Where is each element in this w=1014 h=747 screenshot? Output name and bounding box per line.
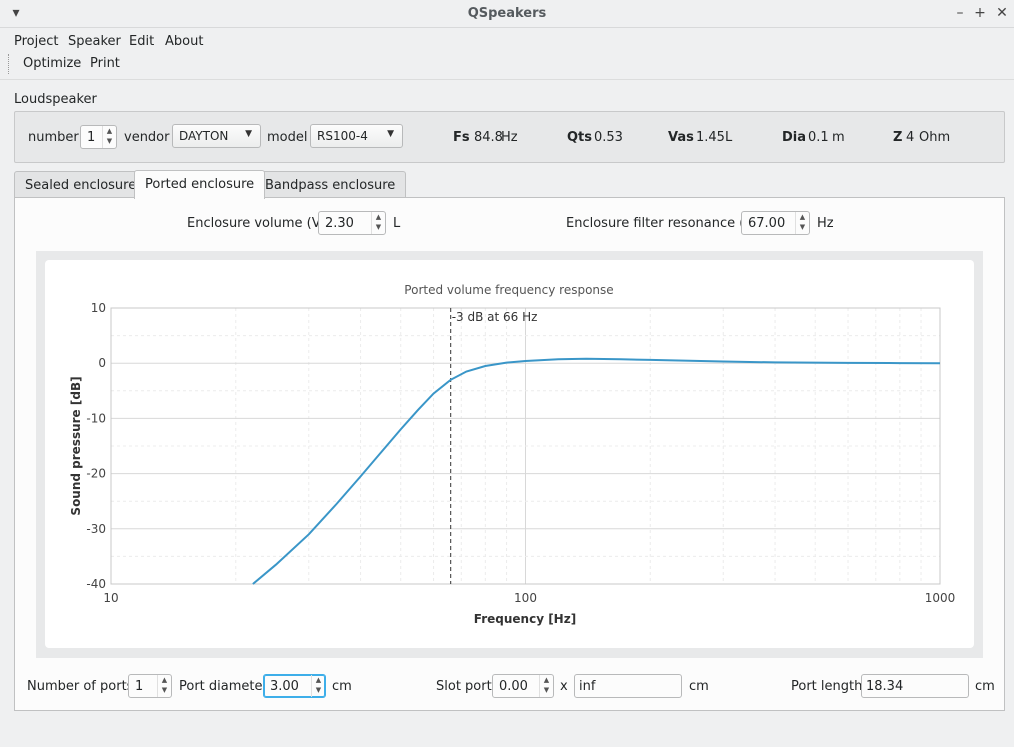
chart-grid bbox=[110, 307, 940, 585]
tab-ported-enclosure[interactable]: Ported enclosure bbox=[134, 170, 266, 199]
ports-spinbox[interactable]: 1 ▲ ▼ bbox=[128, 674, 172, 698]
slot-width-spinbox[interactable]: 0.00 ▲ ▼ bbox=[492, 674, 554, 698]
slot-unit: cm bbox=[689, 679, 709, 694]
x-tick-label: 10 bbox=[103, 591, 118, 605]
port-length-field[interactable]: 18.34 bbox=[861, 674, 969, 698]
x-axis-label: Frequency [Hz] bbox=[474, 612, 576, 626]
length-label: Port length bbox=[791, 679, 863, 694]
length-unit: cm bbox=[975, 679, 995, 694]
axis-ticks: 100-10-20-30-4010 100 1000 bbox=[86, 301, 955, 605]
spin-arrows-icon[interactable]: ▲ ▼ bbox=[539, 675, 553, 697]
minus-3db-annotation: -3 dB at 66 Hz bbox=[452, 310, 538, 324]
x-tick-label: 1000 bbox=[925, 591, 956, 605]
diameter-label: Port diameter bbox=[179, 679, 268, 694]
y-tick-label: -10 bbox=[86, 411, 106, 425]
spin-arrows-icon[interactable]: ▲ ▼ bbox=[157, 675, 171, 697]
y-tick-label: -40 bbox=[86, 577, 106, 591]
slot-height-field[interactable]: inf bbox=[574, 674, 682, 698]
frequency-response-chart: Ported volume frequency response Frequen… bbox=[69, 283, 955, 626]
spin-arrows-icon[interactable]: ▲ ▼ bbox=[311, 675, 325, 697]
y-tick-label: 0 bbox=[98, 356, 106, 370]
diameter-spinbox[interactable]: 3.00 ▲ ▼ bbox=[263, 674, 326, 698]
slot-label: Slot port bbox=[436, 679, 492, 694]
series-line bbox=[252, 357, 941, 585]
chart-title: Ported volume frequency response bbox=[404, 283, 613, 297]
y-tick-label: 10 bbox=[91, 301, 106, 315]
y-axis-label: Sound pressure [dB] bbox=[69, 376, 83, 515]
x-tick-label: 100 bbox=[514, 591, 537, 605]
ports-label: Number of ports bbox=[27, 679, 134, 694]
diameter-unit: cm bbox=[332, 679, 352, 694]
slot-x-label: x bbox=[560, 679, 568, 694]
y-tick-label: -30 bbox=[86, 522, 106, 536]
y-tick-label: -20 bbox=[86, 467, 106, 481]
